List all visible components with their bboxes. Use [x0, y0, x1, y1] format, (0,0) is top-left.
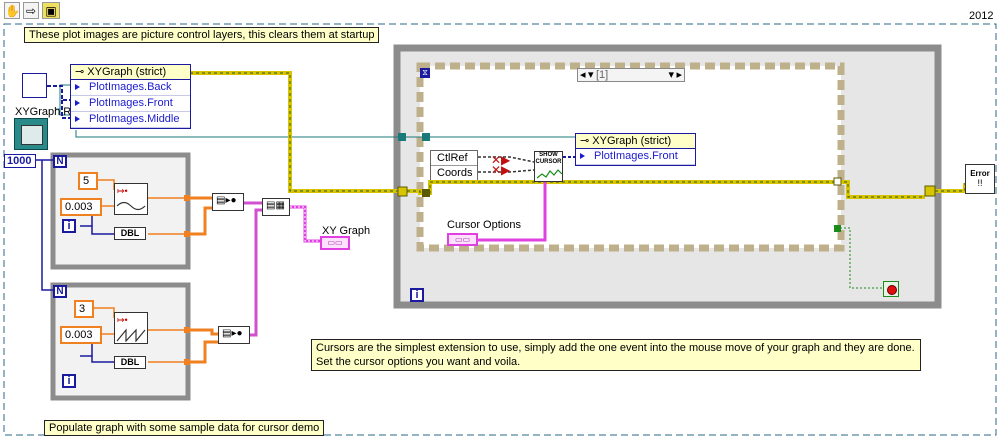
event-data-ctlref[interactable]: CtlRef: [431, 151, 477, 166]
show-cursor-label: SHOW CURSOR: [535, 152, 562, 165]
loop-1-iteration-terminal[interactable]: i: [62, 219, 76, 233]
property-plotimages-back[interactable]: PlotImages.Back: [71, 80, 190, 96]
while-loop-iteration-terminal[interactable]: i: [410, 288, 424, 302]
version-label: 2012: [969, 10, 994, 22]
loop-2-to-double[interactable]: DBL: [114, 356, 146, 369]
coercion-bundle-icon: ✕▶ ✕▶: [491, 153, 511, 177]
property-node-xygraph-2[interactable]: ⊸ XYGraph (strict) PlotImages.Front: [575, 133, 696, 166]
error-handler-subvi[interactable]: Error !!: [965, 164, 995, 194]
error-label: Error: [970, 169, 990, 178]
sine-generator-icon[interactable]: ↦•: [114, 183, 148, 215]
bundle-1-icon[interactable]: ▤▸●: [212, 193, 244, 211]
loop-1-frequency-constant[interactable]: 5: [78, 172, 98, 190]
timeout-icon: ⧖: [420, 68, 430, 78]
cursor-options-label: Cursor Options: [447, 219, 521, 231]
xygraph-reference-terminal[interactable]: [14, 118, 48, 150]
bundle-2-icon[interactable]: ▤▸●: [218, 326, 250, 344]
loop-count-constant[interactable]: 1000: [4, 154, 36, 168]
property-plotimages-front-2[interactable]: PlotImages.Front: [576, 149, 695, 165]
loop-1-amplitude-constant[interactable]: 0.003: [60, 198, 102, 216]
loop-1-to-double[interactable]: DBL: [114, 227, 146, 240]
case-dropdown-icon[interactable]: ▾: [588, 69, 594, 81]
event-case-selector[interactable]: ◂ ▾ [1] ▾ ▸: [577, 68, 685, 82]
xy-graph-terminal[interactable]: ▭▭: [320, 236, 350, 250]
loop-2-amplitude-constant[interactable]: 0.003: [60, 326, 102, 344]
note-picture-layers[interactable]: These plot images are picture control la…: [24, 27, 380, 43]
build-array-icon[interactable]: ▤▦: [262, 198, 290, 216]
xygraph-ref-label: XYGraph Re: [15, 106, 78, 118]
cursor-options-terminal[interactable]: ▭▭: [447, 233, 478, 246]
error-dialog-icon: !!: [977, 178, 983, 188]
loop-2-iteration-terminal[interactable]: i: [62, 374, 76, 388]
property-node-2-title: ⊸ XYGraph (strict): [576, 134, 695, 149]
event-data-node[interactable]: CtlRef Coords: [430, 150, 478, 180]
property-node-xygraph-1[interactable]: ⊸ XYGraph (strict) PlotImages.Back PlotI…: [70, 64, 191, 129]
vi-icon[interactable]: ▣: [42, 2, 60, 19]
key-icon: ⊸: [580, 135, 593, 147]
loop-2-count-terminal[interactable]: N: [53, 285, 67, 298]
loop-1-count-terminal[interactable]: N: [53, 155, 67, 168]
sawtooth-generator-icon[interactable]: ↦•: [114, 312, 148, 344]
event-data-coords[interactable]: Coords: [431, 166, 477, 180]
property-node-1-title: ⊸ XYGraph (strict): [71, 65, 190, 80]
note-sample-data[interactable]: Populate graph with some sample data for…: [44, 420, 325, 436]
case-increment-icon[interactable]: ▸: [676, 69, 682, 81]
show-cursor-subvi[interactable]: SHOW CURSOR: [534, 151, 563, 182]
reference-array-constant[interactable]: [22, 73, 47, 98]
case-decrement-icon[interactable]: ◂: [580, 69, 586, 81]
property-plotimages-middle[interactable]: PlotImages.Middle: [71, 112, 190, 128]
loop-2-frequency-constant[interactable]: 3: [74, 300, 94, 318]
key-icon: ⊸: [75, 66, 88, 78]
case-dropdown-right-icon[interactable]: ▾: [668, 69, 674, 81]
pan-tool-icon[interactable]: ✋: [4, 2, 20, 19]
stop-condition-terminal[interactable]: [883, 281, 899, 297]
step-arrow-icon[interactable]: ⇨: [23, 2, 39, 19]
note-cursor-extension[interactable]: Cursors are the simplest extension to us…: [311, 339, 921, 371]
property-plotimages-front[interactable]: PlotImages.Front: [71, 96, 190, 112]
